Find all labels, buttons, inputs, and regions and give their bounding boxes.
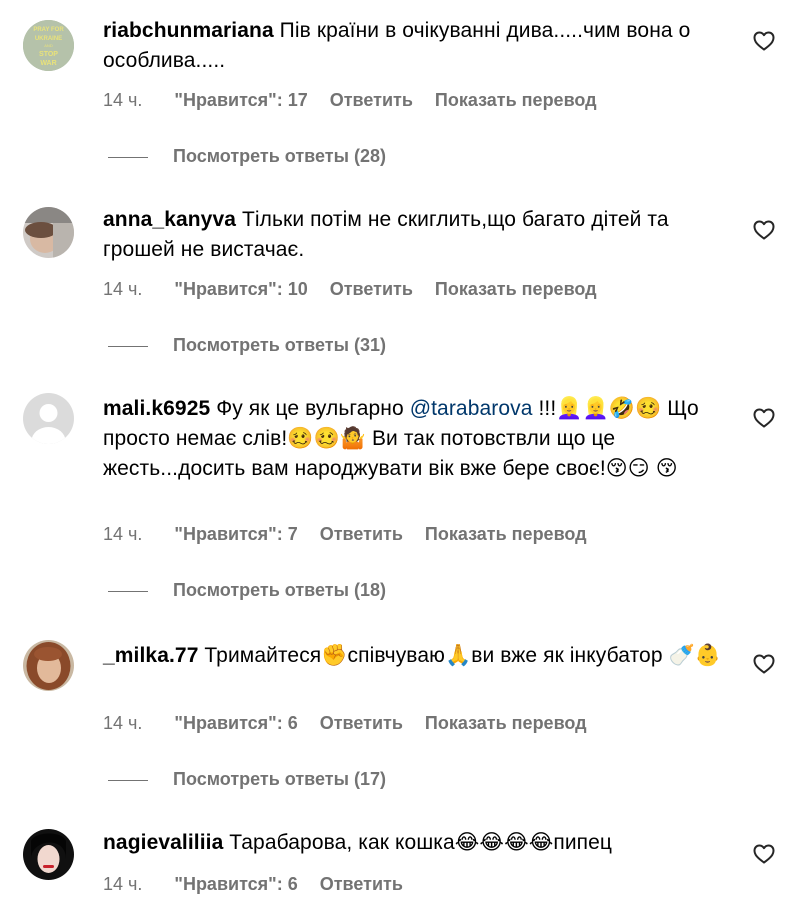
likes-count[interactable]: "Нравится": 10: [174, 277, 307, 301]
replies-divider: [108, 779, 148, 781]
view-replies-button[interactable]: Посмотреть ответы (28): [108, 144, 386, 168]
comment-time: 14 ч.: [103, 874, 143, 894]
translate-button[interactable]: Показать перевод: [425, 711, 587, 735]
heart-outline-icon[interactable]: [752, 406, 776, 430]
svg-text:UKRAINE: UKRAINE: [35, 36, 62, 42]
comment-text-start: Фу як це вульгарно: [216, 397, 410, 420]
likes-count[interactable]: "Нравится": 7: [174, 522, 297, 546]
reply-button[interactable]: Ответить: [320, 711, 403, 735]
comment-time: 14 ч.: [103, 279, 143, 299]
reply-button[interactable]: Ответить: [330, 88, 413, 112]
avatar[interactable]: [23, 829, 74, 880]
avatar[interactable]: [23, 207, 74, 258]
comment-time: 14 ч.: [103, 90, 143, 110]
comment-body: mali.k6925 Фу як це вульгарно @tarabarov…: [103, 394, 739, 484]
svg-text:STOP: STOP: [39, 51, 58, 58]
view-replies-label: Посмотреть ответы (17): [173, 769, 386, 789]
translate-button[interactable]: Показать перевод: [435, 277, 597, 301]
view-replies-button[interactable]: Посмотреть ответы (17): [108, 767, 386, 791]
comment-text: Тарабарова, как кошка😂😂😂😂пипец: [229, 831, 613, 854]
view-replies-button[interactable]: Посмотреть ответы (18): [108, 578, 386, 602]
heart-outline-icon[interactable]: [752, 842, 776, 866]
heart-outline-icon[interactable]: [752, 218, 776, 242]
comment-meta: 14 ч. "Нравится": 17 Ответить Показать пере…: [103, 88, 619, 112]
reply-button[interactable]: Ответить: [330, 277, 413, 301]
comment-username[interactable]: _milka.77: [103, 644, 198, 667]
reply-button[interactable]: Ответить: [320, 522, 403, 546]
comment-body: _milka.77 Тримайтеся✊співчуваю🙏ви вже як…: [103, 641, 739, 671]
avatar[interactable]: [23, 640, 74, 691]
comment-body: riabchunmariana Пів країни в очікуванні …: [103, 16, 739, 76]
likes-count[interactable]: "Нравится": 6: [174, 711, 297, 735]
svg-text:PRAY FOR: PRAY FOR: [33, 27, 64, 33]
avatar[interactable]: [23, 393, 74, 444]
mention-link[interactable]: @tarabarova: [410, 397, 533, 420]
view-replies-label: Посмотреть ответы (18): [173, 580, 386, 600]
replies-divider: [108, 345, 148, 347]
comment-username[interactable]: anna_kanyva: [103, 208, 236, 231]
likes-count[interactable]: "Нравится": 17: [174, 88, 307, 112]
avatar[interactable]: PRAY FOR UKRAINE AND STOP WAR: [23, 20, 74, 71]
comment-meta: 14 ч. "Нравится": 6 Ответить Показать перев…: [103, 711, 609, 735]
comment-time: 14 ч.: [103, 713, 143, 733]
comment-body: nagievaliliia Тарабарова, как кошка😂😂😂😂п…: [103, 828, 739, 858]
replies-divider: [108, 590, 148, 592]
comment-username[interactable]: nagievaliliia: [103, 831, 223, 854]
translate-button[interactable]: Показать перевод: [425, 522, 587, 546]
view-replies-label: Посмотреть ответы (28): [173, 146, 386, 166]
heart-outline-icon[interactable]: [752, 652, 776, 676]
comment-meta: 14 ч. "Нравится": 6 Ответить: [103, 872, 425, 896]
view-replies-label: Посмотреть ответы (31): [173, 335, 386, 355]
translate-button[interactable]: Показать перевод: [435, 88, 597, 112]
svg-text:WAR: WAR: [40, 60, 56, 67]
comment-body: anna_kanyva Тільки потім не скиглить,що …: [103, 205, 739, 265]
comment-time: 14 ч.: [103, 524, 143, 544]
likes-count[interactable]: "Нравится": 6: [174, 872, 297, 896]
comment-username[interactable]: riabchunmariana: [103, 19, 274, 42]
comment-meta: 14 ч. "Нравится": 7 Ответить Показать перев…: [103, 522, 609, 546]
comment-meta: 14 ч. "Нравится": 10 Ответить Показать пере…: [103, 277, 619, 301]
heart-outline-icon[interactable]: [752, 29, 776, 53]
replies-divider: [108, 156, 148, 158]
svg-text:AND: AND: [44, 43, 53, 48]
view-replies-button[interactable]: Посмотреть ответы (31): [108, 333, 386, 357]
comment-text: Тримайтеся✊співчуваю🙏ви вже як інкубатор…: [204, 644, 722, 667]
comment-username[interactable]: mali.k6925: [103, 397, 210, 420]
reply-button[interactable]: Ответить: [320, 872, 403, 896]
